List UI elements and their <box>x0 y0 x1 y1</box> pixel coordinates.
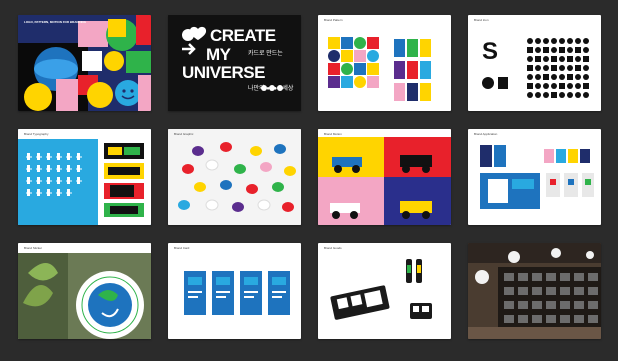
dots-artwork <box>168 129 301 225</box>
tile-caption: Brand Motion <box>324 132 342 136</box>
tile-caption: Brand Pattern <box>324 18 343 22</box>
tile-caption: LOGO, PATTERN, MOTION FOR BRANDING <box>24 20 87 24</box>
tile-brand-sticker[interactable]: Brand Sticker <box>18 243 151 339</box>
tile-caption: Brand Icon <box>474 18 489 22</box>
pattern-artwork <box>18 15 151 111</box>
cards-artwork <box>184 271 290 315</box>
tile-logo-pattern[interactable]: LOGO, PATTERN, MOTION FOR BRANDING <box>18 15 151 111</box>
tile-brand-icon[interactable]: S Brand Icon <box>468 15 601 111</box>
letter-s-icon: S <box>482 38 498 65</box>
korean-subtitle-2: 나만의 ●●●● 세상 <box>248 86 294 92</box>
store-photo-artwork <box>468 243 601 339</box>
tile-create-my-universe[interactable]: CREATE MY UNIVERSE 카드로 만드는 나만의 ●●●● 세상 <box>168 15 301 111</box>
tile-brand-graphic[interactable]: Brand Graphic <box>168 129 301 225</box>
headline-create: CREATE <box>210 26 276 45</box>
headline-universe: UNIVERSE <box>182 63 265 82</box>
tile-brand-motion[interactable]: Brand Motion <box>318 129 451 225</box>
tile-caption: Brand Graphic <box>174 132 194 136</box>
typography-artwork <box>18 129 151 225</box>
application-artwork <box>480 145 594 209</box>
sticker-artwork <box>18 243 151 339</box>
tile-brand-card[interactable]: Brand Card <box>168 243 301 339</box>
pattern-grid-artwork <box>328 37 431 101</box>
tile-brand-goods[interactable]: Brand Goods <box>318 243 451 339</box>
tile-brand-pattern[interactable]: Brand Pattern <box>318 15 451 111</box>
tile-brand-application[interactable]: Brand Application <box>468 129 601 225</box>
tile-brand-typography[interactable]: Brand Typography <box>18 129 151 225</box>
tile-store-photo[interactable] <box>468 243 601 339</box>
tile-caption: Brand Card <box>174 246 190 250</box>
motion-artwork <box>318 129 451 225</box>
tile-caption: Brand Typography <box>24 132 49 136</box>
tile-caption: Brand Goods <box>324 246 342 250</box>
icon-set-artwork: S <box>482 38 589 98</box>
project-board: LOGO, PATTERN, MOTION FOR BRANDING CREAT… <box>18 15 602 345</box>
tile-caption: Brand Sticker <box>24 246 43 250</box>
korean-subtitle-1: 카드로 만드는 <box>248 51 283 57</box>
tile-caption: Brand Application <box>474 132 498 136</box>
goods-artwork <box>330 259 432 320</box>
headline-my: MY <box>206 45 231 64</box>
